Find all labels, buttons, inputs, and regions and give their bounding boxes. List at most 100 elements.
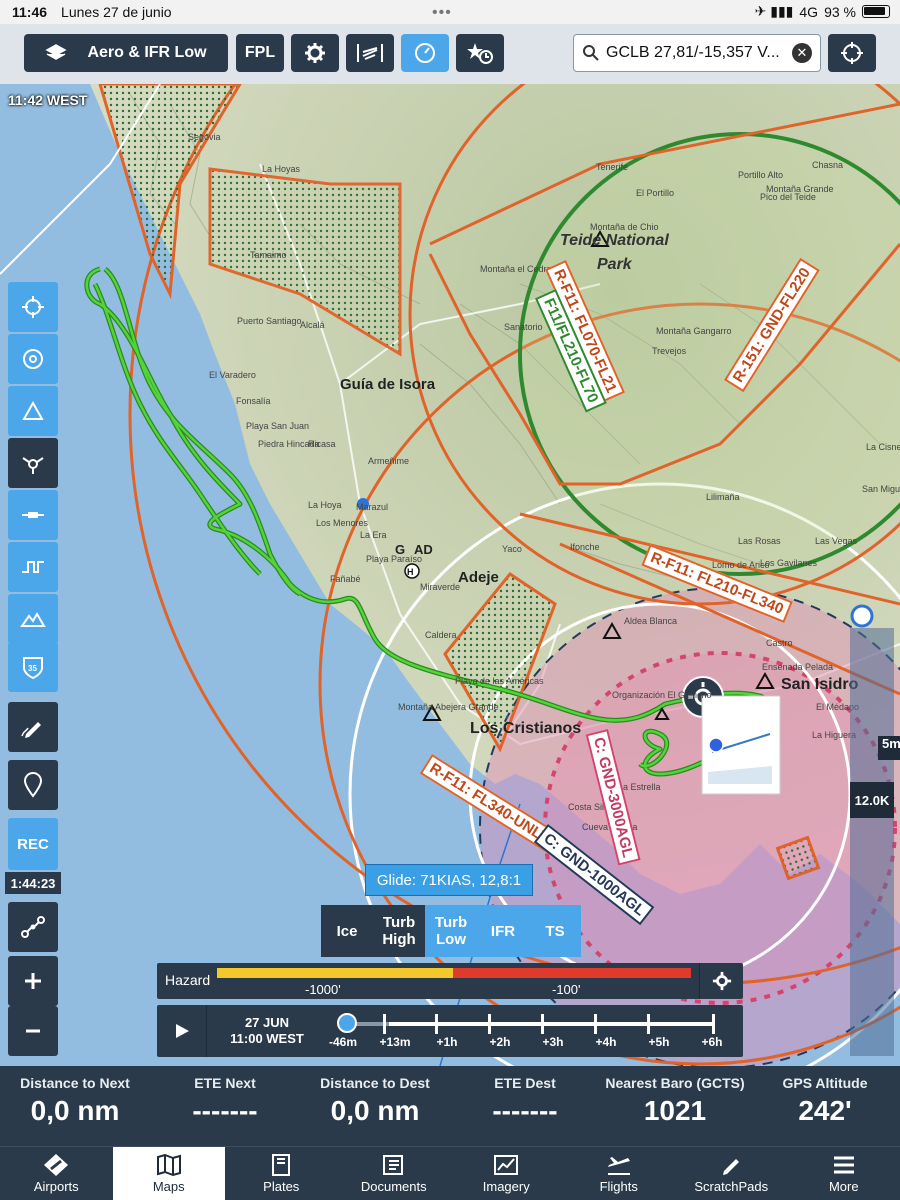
map-toolbar: Aero & IFR Low FPL GCLB 27,81/-15,357 V.… — [0, 24, 900, 84]
tab-airports[interactable]: Airports — [0, 1147, 113, 1200]
town-guia-de-isora[interactable]: Guía de Isora — [340, 376, 435, 393]
place-label: Tenerife — [596, 162, 629, 172]
info-ete-next[interactable]: ETE Next ------- — [150, 1066, 300, 1127]
minus-icon — [26, 1029, 40, 1033]
town-san-isidro[interactable]: San Isidro — [781, 676, 858, 694]
tab-documents[interactable]: Documents — [338, 1147, 451, 1200]
hazard-turb-high-button[interactable]: Turb High — [373, 905, 425, 957]
record-button[interactable]: REC — [8, 818, 58, 870]
hazard-ice-button[interactable]: Ice — [321, 905, 373, 957]
search-input[interactable]: GCLB 27,81/-15,357 V... ✕ — [573, 34, 821, 72]
route-shield-icon: 35 — [23, 657, 43, 680]
tab-plates[interactable]: Plates — [225, 1147, 338, 1200]
place-label: Sanatorio — [504, 322, 543, 332]
place-label: Playa San Juan — [246, 421, 310, 431]
tool-terrain[interactable] — [8, 594, 58, 644]
instrument-info-bar: Distance to Next 0,0 nm ETE Next -------… — [0, 1066, 900, 1146]
timeline-label: +6h — [701, 1035, 723, 1049]
tool-route-shield[interactable]: 35 — [8, 642, 58, 692]
hazard-value-caution: -1000' — [305, 982, 341, 997]
tool-pin[interactable] — [8, 760, 58, 810]
fpl-button[interactable]: FPL — [236, 34, 284, 72]
zoom-out-button[interactable] — [8, 1006, 58, 1056]
place-label: El Portillo — [636, 188, 675, 198]
hazard-turb-low-button[interactable]: Turb Low — [425, 905, 477, 957]
place-label: La Hoyas — [262, 164, 301, 174]
weather-button[interactable] — [346, 34, 394, 72]
scratchpads-icon — [723, 1159, 740, 1175]
info-label: ETE Next — [194, 1075, 256, 1091]
info-ete-dest[interactable]: ETE Dest ------- — [450, 1066, 600, 1127]
info-label: GPS Altitude — [782, 1075, 868, 1091]
timeline-track[interactable] — [347, 1022, 715, 1026]
place-label: Lilimaña — [706, 492, 740, 502]
timeline-tick — [647, 1014, 650, 1034]
tab-label: Flights — [599, 1179, 638, 1194]
hazard-ifr-button[interactable]: IFR — [477, 905, 529, 957]
tab-label: Airports — [33, 1179, 79, 1194]
favorites-button[interactable] — [456, 34, 504, 72]
info-gps-altitude[interactable]: GPS Altitude 242' — [750, 1066, 900, 1127]
search-value: GCLB 27,81/-15,357 V... — [606, 44, 780, 61]
place-label: La Era — [360, 530, 387, 540]
tool-crosshair[interactable] — [8, 282, 58, 332]
clear-search-icon[interactable]: ✕ — [792, 43, 812, 63]
tool-route[interactable] — [8, 902, 58, 952]
record-time: 1:44:23 — [5, 872, 61, 894]
zoom-in-button[interactable] — [8, 956, 58, 1006]
info-nearest-baro[interactable]: Nearest Baro (GCTS) 1021 — [600, 1066, 750, 1127]
altitude-box[interactable]: 12.0K — [850, 782, 894, 818]
timeline-knob[interactable] — [337, 1013, 357, 1033]
hazard-ts-button[interactable]: TS — [529, 905, 581, 957]
tab-imagery[interactable]: Imagery — [450, 1147, 563, 1200]
tool-airplane[interactable] — [8, 438, 58, 488]
timeline-tick — [383, 1014, 386, 1034]
place-label: Armeñime — [368, 456, 410, 466]
info-label: Distance to Next — [20, 1075, 130, 1091]
tab-maps[interactable]: Maps — [112, 1147, 225, 1200]
tab-flights[interactable]: Flights — [563, 1147, 676, 1200]
tool-draw[interactable] — [8, 702, 58, 752]
battery-label: 93 % — [824, 3, 856, 20]
tab-scratchpads[interactable]: ScratchPads — [675, 1147, 788, 1200]
tab-label: Maps — [152, 1179, 185, 1194]
flights-icon — [607, 1157, 630, 1175]
gear-icon — [712, 971, 731, 991]
place-label: La Cisnera — [866, 442, 900, 452]
tab-bar: Airports Maps Plates Documents Imagery F… — [0, 1146, 900, 1200]
timeline-label: -46m — [328, 1035, 357, 1049]
multitask-dots[interactable]: ••• — [432, 4, 452, 22]
info-distance-dest[interactable]: Distance to Dest 0,0 nm — [300, 1066, 450, 1127]
glide-label[interactable]: Glide: 71KIAS, 12,8:1 — [365, 864, 533, 896]
info-distance-next[interactable]: Distance to Next 0,0 nm — [0, 1066, 150, 1127]
tab-label: Plates — [263, 1179, 300, 1194]
airport-gcts-marker[interactable] — [850, 604, 874, 628]
layers-icon — [45, 44, 67, 60]
place-label: La Hoya — [308, 500, 342, 510]
instruments-button[interactable] — [401, 34, 449, 72]
place-label: Aldea Blanca — [624, 616, 678, 626]
altitude-strip[interactable] — [850, 628, 894, 1056]
town-los-cristianos[interactable]: Los Cristianos — [470, 720, 581, 738]
timeline-label: +1h — [436, 1035, 458, 1049]
info-label: Nearest Baro (GCTS) — [605, 1075, 745, 1091]
locate-button[interactable] — [828, 34, 876, 72]
tab-more[interactable]: More — [788, 1147, 900, 1200]
place-label: Montaña de Chio — [590, 222, 659, 232]
tool-gauge[interactable] — [8, 334, 58, 384]
play-button[interactable] — [157, 1005, 207, 1057]
town-adeje[interactable]: Adeje — [458, 569, 499, 586]
timeline-tick — [488, 1014, 491, 1034]
hazard-settings-button[interactable] — [699, 963, 743, 999]
place-label: Segovia — [188, 132, 221, 142]
wing-level-icon — [22, 512, 44, 518]
layers-button[interactable]: Aero & IFR Low — [24, 34, 228, 72]
tool-pulse[interactable] — [8, 542, 58, 592]
settings-button[interactable] — [291, 34, 339, 72]
tab-label: Imagery — [482, 1179, 530, 1194]
tool-triangle[interactable] — [8, 386, 58, 436]
tool-wing-level[interactable] — [8, 490, 58, 540]
side-tab[interactable]: 5m — [878, 736, 900, 760]
timeline-date-day: 27 JUN — [244, 1015, 290, 1030]
imagery-icon — [494, 1155, 519, 1175]
